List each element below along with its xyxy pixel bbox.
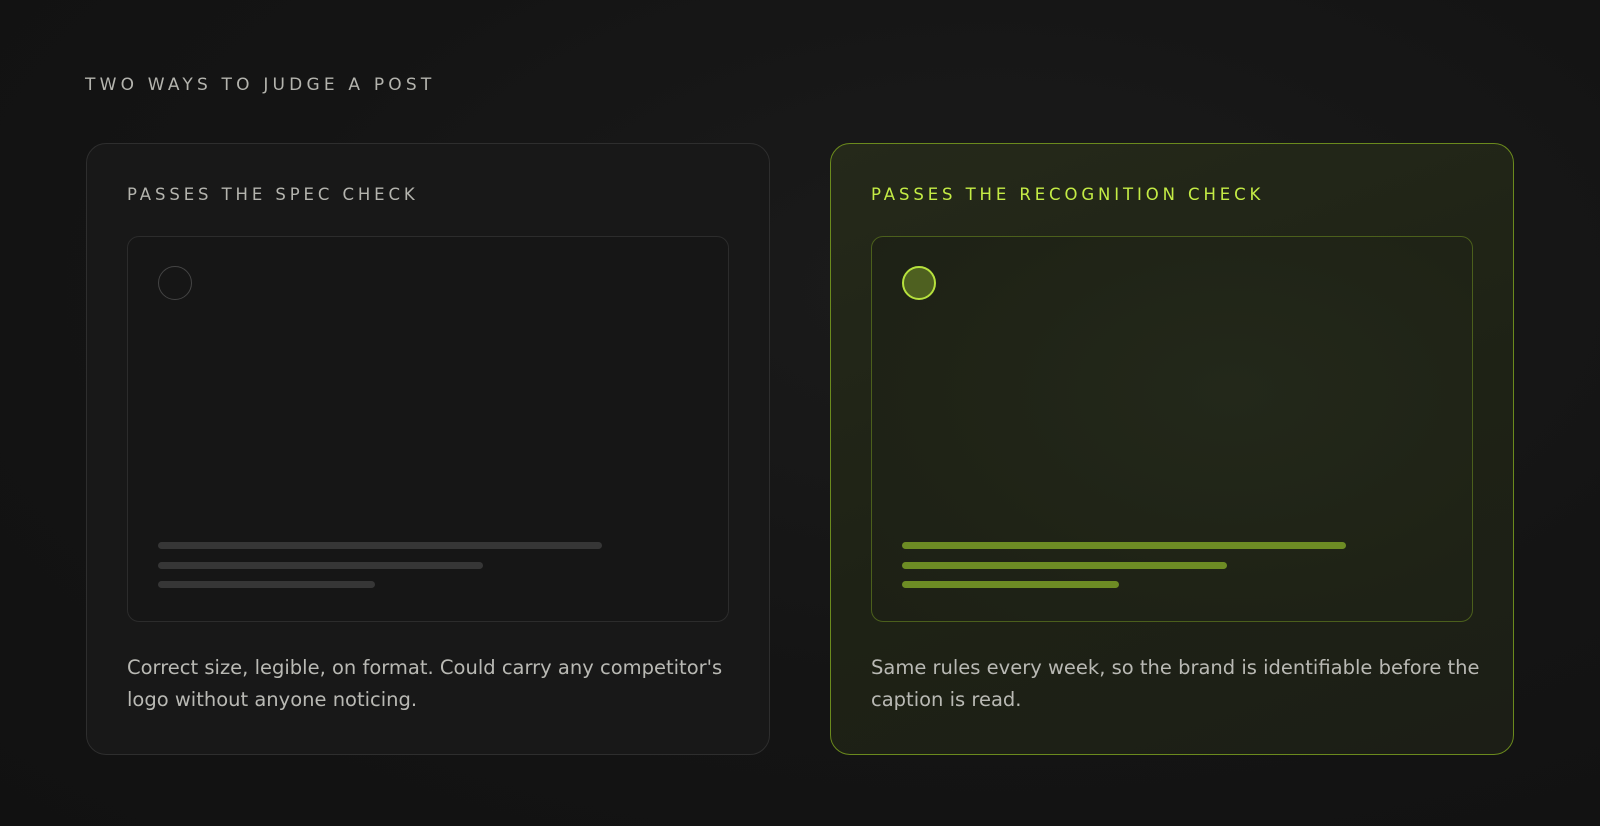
post-preview-mockup — [127, 236, 729, 622]
section-eyebrow: TWO WAYS TO JUDGE A POST — [85, 75, 436, 95]
card-title: PASSES THE RECOGNITION CHECK — [871, 185, 1265, 204]
spec-check-card: PASSES THE SPEC CHECK Correct size, legi… — [86, 143, 770, 755]
text-line-placeholder — [158, 542, 602, 549]
recognition-check-card: PASSES THE RECOGNITION CHECK Same rules … — [830, 143, 1514, 755]
text-line-placeholder — [902, 581, 1119, 588]
avatar-placeholder-icon — [158, 266, 192, 300]
text-line-placeholder — [158, 581, 375, 588]
text-line-placeholder — [902, 562, 1227, 569]
text-line-placeholder — [902, 542, 1346, 549]
card-description: Same rules every week, so the brand is i… — [871, 656, 1480, 711]
text-line-placeholder — [158, 562, 483, 569]
post-preview-mockup — [871, 236, 1473, 622]
card-title: PASSES THE SPEC CHECK — [127, 185, 419, 204]
avatar-placeholder-icon — [902, 266, 936, 300]
card-description: Correct size, legible, on format. Could … — [127, 656, 723, 711]
